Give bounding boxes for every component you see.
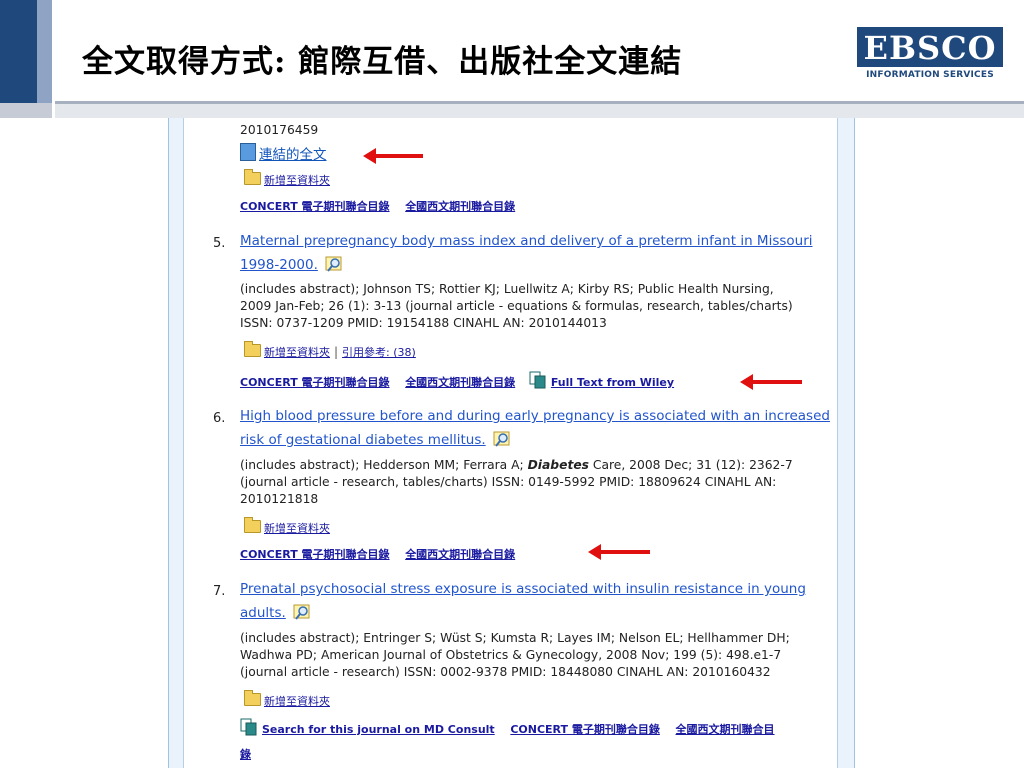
concert-link[interactable]: CONCERT 電子期刊聯合目錄 (510, 723, 660, 736)
result-meta: (includes abstract); Hedderson MM; Ferra… (240, 457, 793, 474)
result-title: Maternal prepregnancy body mass index an… (240, 233, 813, 249)
national-catalog-link-cont[interactable]: 錄 (240, 748, 251, 761)
catalog-links-row: CONCERT 電子期刊聯合目錄 全國西文期刊聯合目錄 (240, 198, 515, 214)
result-title: Prenatal psychosocial stress exposure is… (240, 581, 806, 597)
magnifier-icon[interactable] (325, 255, 345, 273)
result-number: 7. (213, 584, 226, 599)
concert-link[interactable]: CONCERT 電子期刊聯合目錄 (240, 548, 390, 561)
result-title-cont: risk of gestational diabetes mellitus. (240, 430, 513, 448)
folder-icon (244, 341, 261, 357)
folder-icon (244, 517, 261, 533)
national-catalog-link[interactable]: 全國西文期刊聯合目 (676, 723, 775, 736)
magnifier-icon[interactable] (293, 603, 313, 621)
logo-wordmark: EBSCO (857, 27, 1003, 67)
result-meta: ISSN: 0737-1209 PMID: 19154188 CINAHL AN… (240, 316, 607, 330)
result-number: 6. (213, 411, 226, 426)
arrow-icon (740, 374, 802, 390)
slide-title: 全文取得方式: 館際互借、出版社全文連結 (82, 44, 683, 80)
clipped-text-line (240, 108, 830, 116)
national-catalog-link[interactable]: 全國西文期刊聯合目錄 (405, 200, 515, 213)
linked-fulltext-link[interactable]: 連結的全文 (259, 147, 327, 163)
add-to-folder-link[interactable]: 新增至資料夾 (264, 522, 330, 535)
result-meta: Wadhwa PD; American Journal of Obstetric… (240, 648, 782, 662)
catalog-links-row: CONCERT 電子期刊聯合目錄 全國西文期刊聯合目錄 Full Text fr… (240, 371, 674, 390)
concert-link[interactable]: CONCERT 電子期刊聯合目錄 (240, 200, 390, 213)
fulltext-icon[interactable] (240, 718, 258, 736)
catalog-links-row: CONCERT 電子期刊聯合目錄 全國西文期刊聯合目錄 (240, 546, 515, 562)
national-catalog-link[interactable]: 全國西文期刊聯合目錄 (405, 548, 515, 561)
result-title-link-cont[interactable]: 1998-2000. (240, 257, 318, 273)
accession-number: 2010176459 (240, 123, 319, 137)
result-meta-source: Care, 2008 Dec; 31 (12): 2362-7 (588, 458, 793, 472)
cited-references-link[interactable]: 引用參考: (38) (342, 346, 416, 359)
fulltext-wiley-link[interactable]: Full Text from Wiley (551, 376, 674, 389)
add-to-folder-link[interactable]: 新增至資料夾 (264, 346, 330, 359)
result-meta-authors: (includes abstract); Hedderson MM; Ferra… (240, 458, 528, 472)
add-folder-row: 新增至資料夾 (244, 690, 330, 709)
national-catalog-link[interactable]: 全國西文期刊聯合目錄 (405, 376, 515, 389)
result-meta: (includes abstract); Entringer S; Wüst S… (240, 631, 790, 645)
result-number: 5. (213, 236, 226, 251)
slide-accent-bar-lower (0, 103, 52, 118)
result-title-link[interactable]: Maternal prepregnancy body mass index an… (240, 233, 813, 249)
result-title-cont: 1998-2000. (240, 255, 345, 273)
folder-icon (244, 690, 261, 706)
result-title-link[interactable]: High blood pressure before and during ea… (240, 408, 830, 424)
linked-fulltext-row: 連結的全文 (240, 143, 327, 163)
ebsco-logo: EBSCO INFORMATION SERVICES (857, 27, 1003, 80)
logo-tagline: INFORMATION SERVICES (866, 70, 994, 80)
catalog-link-wrap: 錄 (240, 746, 251, 762)
result-title-link[interactable]: Prenatal psychosocial stress exposure is… (240, 581, 806, 597)
add-folder-row: 新增至資料夾 | 引用參考: (38) (244, 341, 416, 360)
result-meta: (journal article - research, tables/char… (240, 475, 777, 489)
result-title-link-cont[interactable]: adults. (240, 605, 286, 621)
slide-accent-bar-secondary (37, 0, 52, 103)
concert-link[interactable]: CONCERT 電子期刊聯合目錄 (240, 376, 390, 389)
header-separator (52, 0, 55, 118)
result-meta: (includes abstract); Johnson TS; Rottier… (240, 282, 774, 296)
add-folder-row: 新增至資料夾 (244, 517, 330, 536)
result-title-link-cont[interactable]: risk of gestational diabetes mellitus. (240, 432, 486, 448)
catalog-links-row: Search for this journal on MD Consult CO… (240, 718, 775, 737)
document-icon (240, 143, 256, 161)
arrow-icon (588, 544, 650, 560)
fulltext-icon[interactable] (529, 371, 547, 389)
result-title: High blood pressure before and during ea… (240, 408, 830, 424)
result-meta: (journal article - research) ISSN: 0002-… (240, 665, 771, 679)
magnifier-icon[interactable] (493, 430, 513, 448)
result-meta: 2009 Jan-Feb; 26 (1): 3-13 (journal arti… (240, 299, 793, 313)
folder-icon (244, 169, 261, 185)
separator: | (334, 345, 339, 359)
add-folder-row: 新增至資料夾 (244, 169, 330, 188)
result-title-cont: adults. (240, 603, 313, 621)
slide-accent-bar (0, 0, 37, 103)
md-consult-link[interactable]: Search for this journal on MD Consult (262, 723, 495, 736)
add-to-folder-link[interactable]: 新增至資料夾 (264, 695, 330, 708)
result-meta-journal: Diabetes (527, 458, 589, 472)
result-meta: 2010121818 (240, 492, 319, 506)
add-to-folder-link[interactable]: 新增至資料夾 (264, 174, 330, 187)
arrow-icon (363, 148, 423, 164)
